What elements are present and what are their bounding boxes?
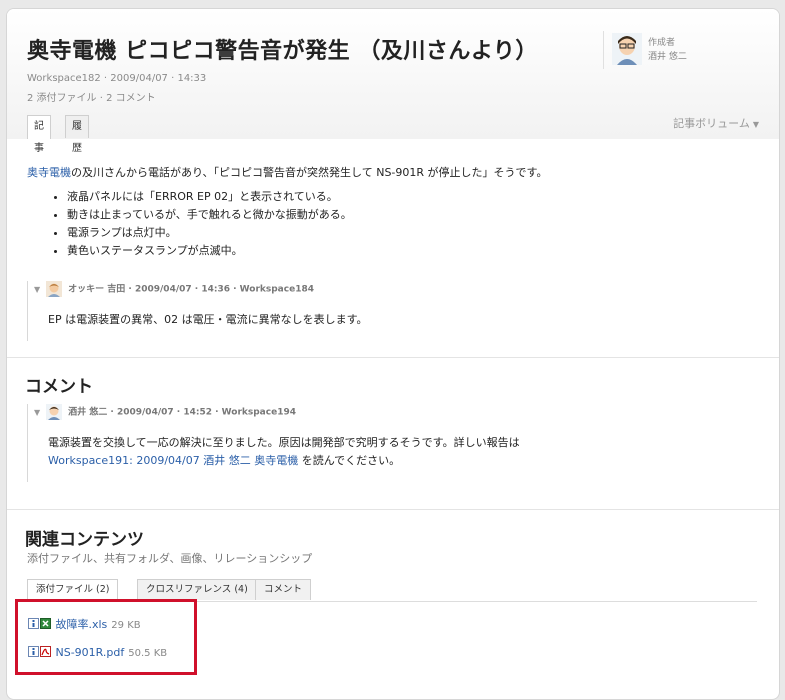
comment-meta: 酒井 悠二 · 2009/04/07 · 14:52 · Workspace19…: [68, 407, 296, 418]
comment-item: ▼ 酒井 悠二 · 2009/04/07 · 14:52 · Workspace1…: [27, 404, 768, 482]
author-avatar-icon[interactable]: [612, 33, 642, 65]
article-meta: Workspace182 · 2009/04/07 · 14:33: [27, 73, 207, 84]
file-link[interactable]: 故障率.xls: [56, 618, 108, 631]
volume-dropdown[interactable]: 記事ボリューム ▼: [673, 115, 759, 131]
comment-header: ▼ 酒井 悠二 · 2009/04/07 · 14:52 · Workspace1…: [34, 404, 296, 420]
workspace-link[interactable]: Workspace191: 2009/04/07 酒井 悠二 奥寺電機: [48, 454, 298, 467]
inline-reply: ▼ オッキー 吉田 · 2009/04/07 · 14:36 · Workspac…: [27, 281, 768, 341]
bullet-list: 液晶パネルには「ERROR EP 02」と表示されている。 動きは止まっているが…: [27, 188, 767, 260]
file-item: NS-901R.pdf 50.5 KB: [28, 646, 167, 659]
related-title: 関連コンテンツ: [25, 530, 144, 550]
list-item: 動きは止まっているが、手で触れると微かな振動がある。: [67, 206, 767, 224]
reply-meta: オッキー 吉田 · 2009/04/07 · 14:36 · Workspace…: [68, 284, 314, 295]
comment-body: 電源装置を交換して一応の解決に至りました。原因は開発部で究明するそうです。詳しい…: [48, 434, 520, 470]
pdf-file-icon: [40, 646, 51, 657]
author-label: 作成者: [648, 38, 676, 48]
article-body: 奥寺電機の及川さんから電話があり、「ピコピコ警告音が突然発生して NS-901R…: [27, 164, 767, 260]
tab-attachments[interactable]: 添付ファイル (2): [27, 579, 119, 601]
company-link[interactable]: 奥寺電機: [27, 166, 71, 179]
file-size: 29 KB: [111, 620, 141, 631]
chevron-down-icon: ▼: [752, 120, 759, 129]
file-link[interactable]: NS-901R.pdf: [56, 646, 125, 659]
list-item: 液晶パネルには「ERROR EP 02」と表示されている。: [67, 188, 767, 206]
divider: [7, 357, 779, 358]
reply-body: EP は電源装置の異常、02 は電圧・電流に異常なしを表します。: [48, 313, 368, 326]
related-subtitle: 添付ファイル、共有フォルダ、画像、リレーションシップ: [27, 552, 313, 565]
page-title: 奥寺電機 ピコピコ警告音が発生 （及川さんより）: [27, 39, 538, 64]
article-header: 奥寺電機 ピコピコ警告音が発生 （及川さんより） Workspace182 · …: [7, 9, 779, 154]
collapse-triangle-icon[interactable]: ▼: [34, 285, 40, 294]
tab-cross-reference[interactable]: クロスリファレンス (4): [137, 579, 257, 600]
reply-header: ▼ オッキー 吉田 · 2009/04/07 · 14:36 · Workspac…: [34, 281, 314, 297]
list-item: 電源ランプは点灯中。: [67, 224, 767, 242]
comment-avatar-icon: [46, 404, 63, 420]
collapse-triangle-icon[interactable]: ▼: [34, 408, 40, 417]
file-size: 50.5 KB: [128, 648, 168, 659]
divider: [7, 509, 779, 510]
tab-article[interactable]: 記事: [27, 115, 51, 154]
tab-history[interactable]: 履歴: [65, 115, 89, 154]
body-text: の及川さんから電話があり、「ピコピコ警告音が突然発生して NS-901R が停止…: [71, 166, 548, 179]
article-card: 奥寺電機 ピコピコ警告音が発生 （及川さんより） Workspace182 · …: [6, 8, 780, 700]
info-icon[interactable]: [28, 646, 39, 657]
reply-avatar-icon: [46, 281, 63, 297]
author-name[interactable]: 酒井 悠二: [648, 49, 687, 62]
file-item: 故障率.xls 29 KB: [28, 616, 141, 632]
comment-text: 電源装置を交換して一応の解決に至りました。原因は開発部で究明するそうです。詳しい…: [48, 436, 520, 449]
list-item: 黄色いステータスランプが点滅中。: [67, 242, 767, 260]
volume-label: 記事ボリューム: [673, 117, 750, 130]
excel-file-icon: [40, 618, 51, 629]
attachment-highlight: 故障率.xls 29 KB NS-901R.pdf 50.5 KB: [15, 599, 197, 675]
author-box: 作成者 酒井 悠二: [603, 31, 774, 69]
comments-title: コメント: [25, 377, 93, 397]
info-icon[interactable]: [28, 618, 39, 629]
article-counts: 2 添付ファイル · 2 コメント: [27, 93, 156, 104]
tab-comments[interactable]: コメント: [255, 579, 312, 600]
comment-tail: を読んでください。: [298, 454, 401, 467]
